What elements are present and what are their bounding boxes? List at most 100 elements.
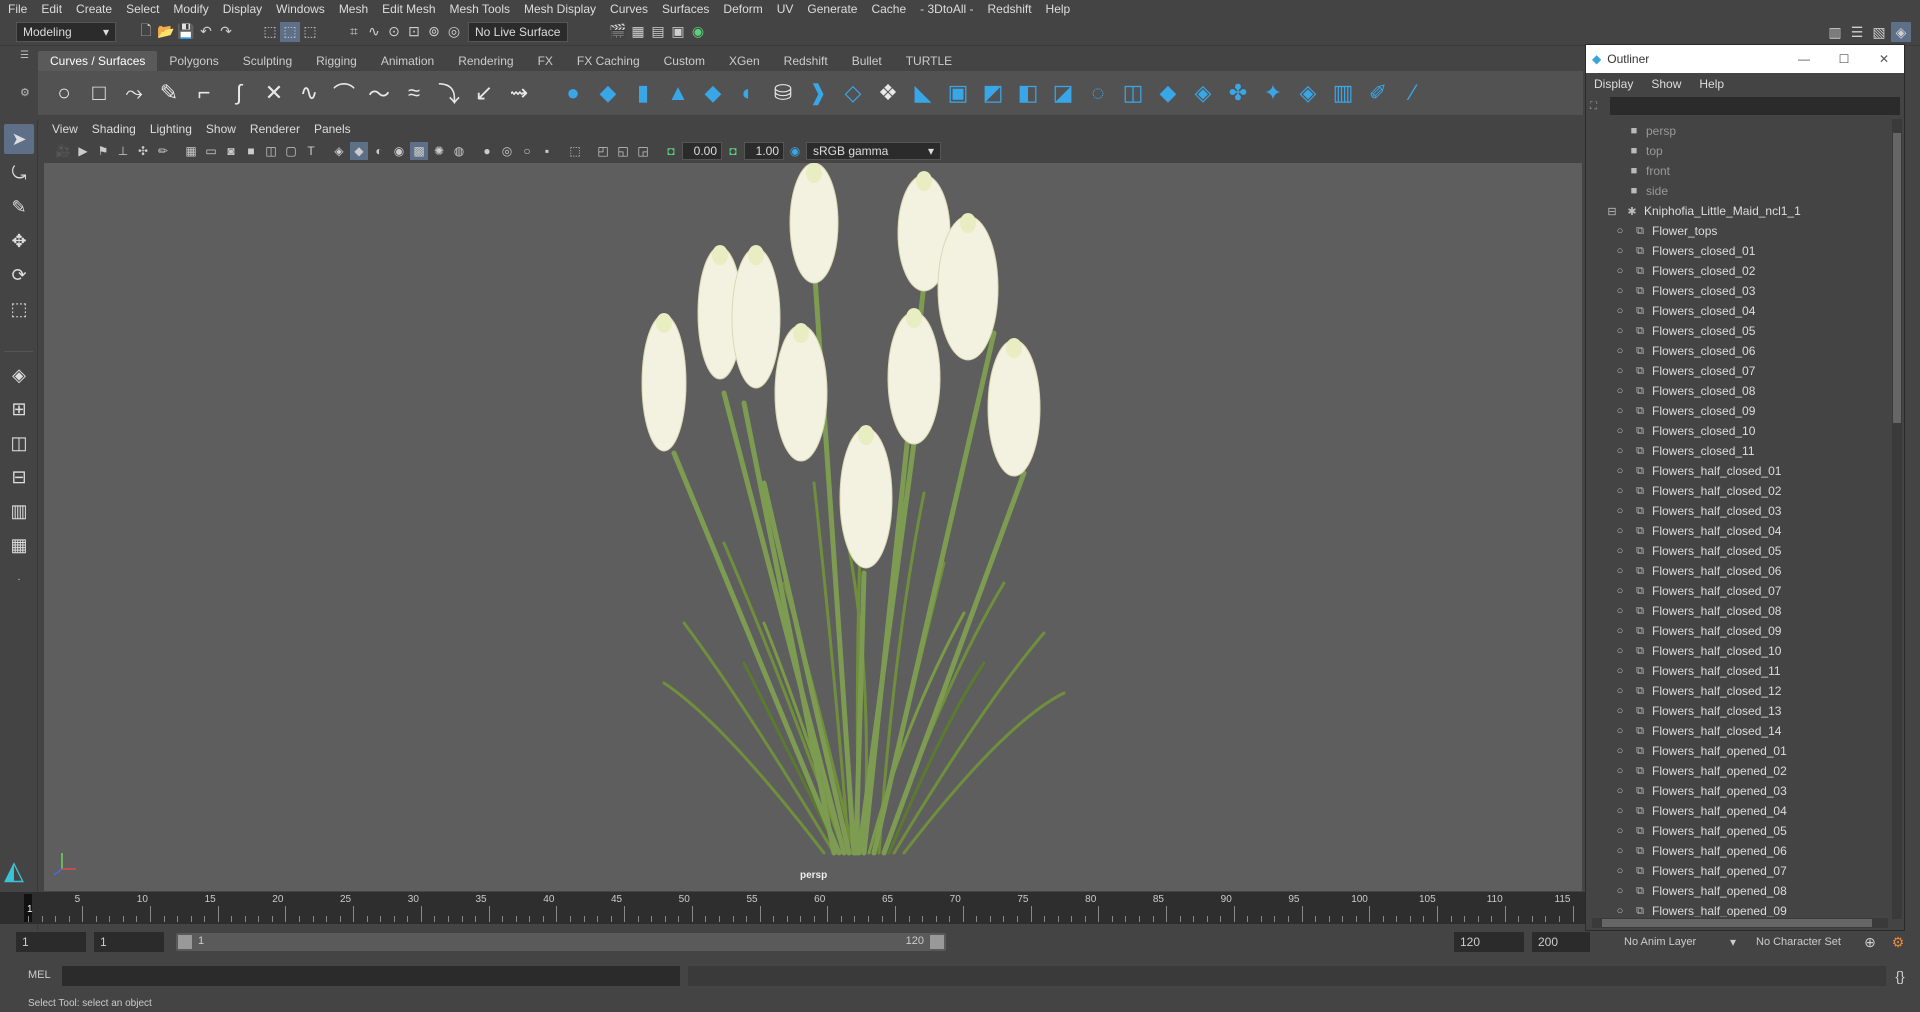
camera-select-icon[interactable]: 🎥 xyxy=(54,142,72,160)
outliner-item-camera-side[interactable]: ■ side xyxy=(1626,181,1904,201)
outliner-item-child[interactable]: ○ ⧉ Flowers_closed_01 xyxy=(1612,241,1904,261)
menu-windows[interactable]: Windows xyxy=(276,2,325,16)
live-surface-field[interactable]: No Live Surface xyxy=(468,21,568,42)
film-gate-icon[interactable]: ▭ xyxy=(202,142,220,160)
menu-select[interactable]: Select xyxy=(126,2,159,16)
xray-icon[interactable]: ◰ xyxy=(594,142,612,160)
menu-uv[interactable]: UV xyxy=(777,2,794,16)
outliner-item-child[interactable]: ○ ⧉ Flowers_half_closed_10 xyxy=(1612,641,1904,661)
insert-knot-icon[interactable]: ↙ xyxy=(470,79,498,107)
viewport-menu-shading[interactable]: Shading xyxy=(92,122,136,136)
fillet-curve-icon[interactable]: ⤵ xyxy=(435,79,463,107)
workspace-dropdown[interactable]: Modeling ▾ xyxy=(16,21,116,42)
outliner-item-child[interactable]: ○ ⧉ Flowers_closed_11 xyxy=(1612,441,1904,461)
anti-aliasing-icon[interactable]: ○ xyxy=(518,142,536,160)
outliner-item-child[interactable]: ○ ⧉ Flowers_half_opened_08 xyxy=(1612,881,1904,901)
select-tool-icon[interactable]: ➤ xyxy=(4,124,34,154)
outliner-item-child[interactable]: ○ ⧉ Flowers_closed_05 xyxy=(1612,321,1904,341)
depth-of-field-icon[interactable]: ▪ xyxy=(538,142,556,160)
screen-space-ao-icon[interactable]: ● xyxy=(478,142,496,160)
nurbs-cylinder-icon[interactable]: ▮ xyxy=(629,79,657,107)
outliner-item-child[interactable]: ○ ⧉ Flower_tops xyxy=(1612,221,1904,241)
scale-tool-icon[interactable]: ⬚ xyxy=(4,294,34,324)
attach-surface-icon[interactable]: ✦ xyxy=(1259,79,1287,107)
gamma-field[interactable]: 1.00 xyxy=(744,142,784,160)
outliner-item-child[interactable]: ○ ⧉ Flowers_half_opened_07 xyxy=(1612,861,1904,881)
outliner-menu-display[interactable]: Display xyxy=(1594,77,1633,91)
outliner-item-child[interactable]: ○ ⧉ Flowers_half_closed_09 xyxy=(1612,621,1904,641)
render-frame-icon[interactable]: 🎬 xyxy=(608,22,628,42)
resolution-gate-icon[interactable]: ◙ xyxy=(222,142,240,160)
outliner-item-child[interactable]: ○ ⧉ Flowers_half_closed_05 xyxy=(1612,541,1904,561)
nurbs-square-icon[interactable]: □ xyxy=(85,79,113,107)
camera-attr-icon[interactable]: ▶ xyxy=(74,142,92,160)
script-editor-icon[interactable]: {} xyxy=(1890,966,1910,986)
exposure-field[interactable]: 0.00 xyxy=(682,142,722,160)
outliner-item-child[interactable]: ○ ⧉ Flowers_half_opened_05 xyxy=(1612,821,1904,841)
snap-grid-icon[interactable]: ⌗ xyxy=(344,22,364,42)
redo-icon[interactable]: ↷ xyxy=(216,22,236,42)
menu-mesh[interactable]: Mesh xyxy=(339,2,368,16)
pencil-curve-icon[interactable]: ✎ xyxy=(155,79,183,107)
birail-icon[interactable]: ◣ xyxy=(909,79,937,107)
outliner-item-child[interactable]: ○ ⧉ Flowers_half_closed_06 xyxy=(1612,561,1904,581)
close-icon[interactable]: ✕ xyxy=(1864,52,1904,66)
viewport-menu-show[interactable]: Show xyxy=(206,122,236,136)
outliner-item-child[interactable]: ○ ⧉ Flowers_half_closed_12 xyxy=(1612,681,1904,701)
nurbs-sphere-icon[interactable]: ● xyxy=(559,79,587,107)
sculpt-geometry-icon[interactable]: ✐ xyxy=(1364,79,1392,107)
menu-curves[interactable]: Curves xyxy=(610,2,648,16)
script-language-label[interactable]: MEL xyxy=(28,969,51,981)
loft-icon[interactable]: ❱ xyxy=(804,79,832,107)
outliner-item-child[interactable]: ○ ⧉ Flowers_half_closed_02 xyxy=(1612,481,1904,501)
menu-file[interactable]: File xyxy=(8,2,27,16)
perspective-viewport[interactable]: persp xyxy=(44,163,1582,891)
outliner-item-child[interactable]: ○ ⧉ Flowers_half_opened_01 xyxy=(1612,741,1904,761)
more-layouts-icon[interactable]: · xyxy=(4,564,34,594)
bevel-icon[interactable]: ◧ xyxy=(1014,79,1042,107)
playback-start-field[interactable]: 1 xyxy=(94,932,164,952)
select-object-icon[interactable]: ⬚ xyxy=(280,21,300,42)
outliner-item-child[interactable]: ○ ⧉ Flowers_closed_04 xyxy=(1612,301,1904,321)
gate-mask-icon[interactable]: ■ xyxy=(242,142,260,160)
extrude-icon[interactable]: ❖ xyxy=(874,79,902,107)
outliner-item-child[interactable]: ○ ⧉ Flowers_half_opened_03 xyxy=(1612,781,1904,801)
grid-icon[interactable]: ▦ xyxy=(182,142,200,160)
hypershade-icon[interactable]: ▣ xyxy=(668,22,688,42)
select-component-icon[interactable]: ⬚ xyxy=(300,22,320,42)
new-scene-icon[interactable]: 🗋 xyxy=(136,22,156,42)
outliner-item-camera-top[interactable]: ■ top xyxy=(1626,141,1904,161)
snap-view-icon[interactable]: ⊡ xyxy=(404,22,424,42)
shelf-tab-fx[interactable]: FX xyxy=(526,51,565,71)
outliner-scrollbar[interactable] xyxy=(1892,119,1902,919)
menu-edit[interactable]: Edit xyxy=(41,2,62,16)
outliner-item-child[interactable]: ○ ⧉ Flowers_half_opened_02 xyxy=(1612,761,1904,781)
color-management-icon[interactable]: ◉ xyxy=(786,142,804,160)
shadows-icon[interactable]: ◍ xyxy=(450,142,468,160)
shelf-tab-curves-surfaces[interactable]: Curves / Surfaces xyxy=(38,51,158,71)
undo-icon[interactable]: ↶ xyxy=(196,22,216,42)
collapse-icon[interactable]: ⊟ xyxy=(1604,205,1620,218)
ipr-render-icon[interactable]: ▦ xyxy=(628,22,648,42)
four-view-layout-icon[interactable]: ⊞ xyxy=(4,394,34,424)
attach-curves-icon[interactable]: ⌒ xyxy=(330,79,358,107)
menu-cache[interactable]: Cache xyxy=(871,2,906,16)
menu-redshift[interactable]: Redshift xyxy=(988,2,1032,16)
open-scene-icon[interactable]: 📂 xyxy=(156,22,176,42)
outliner-item-child[interactable]: ○ ⧉ Flowers_closed_10 xyxy=(1612,421,1904,441)
persp-outliner-layout-icon[interactable]: ▥ xyxy=(4,496,34,526)
outliner-item-child[interactable]: ○ ⧉ Flowers_half_closed_07 xyxy=(1612,581,1904,601)
nurbs-circle-icon[interactable]: ○ xyxy=(50,79,78,107)
shelf-tab-redshift[interactable]: Redshift xyxy=(772,51,840,71)
shelf-tab-custom[interactable]: Custom xyxy=(652,51,717,71)
shelf-tab-fx-caching[interactable]: FX Caching xyxy=(565,51,652,71)
minimize-icon[interactable]: — xyxy=(1784,52,1824,66)
xray-joints-icon[interactable]: ◲ xyxy=(634,142,652,160)
playback-end-field[interactable]: 120 xyxy=(1454,932,1524,952)
outliner-item-child[interactable]: ○ ⧉ Flowers_half_opened_04 xyxy=(1612,801,1904,821)
shelf-tab-rendering[interactable]: Rendering xyxy=(446,51,525,71)
viewport-menu-renderer[interactable]: Renderer xyxy=(250,122,300,136)
gamma-icon[interactable]: ◘ xyxy=(724,142,742,160)
bookmark-icon[interactable]: ⚑ xyxy=(94,142,112,160)
range-slider[interactable]: 1 120 xyxy=(176,933,946,951)
